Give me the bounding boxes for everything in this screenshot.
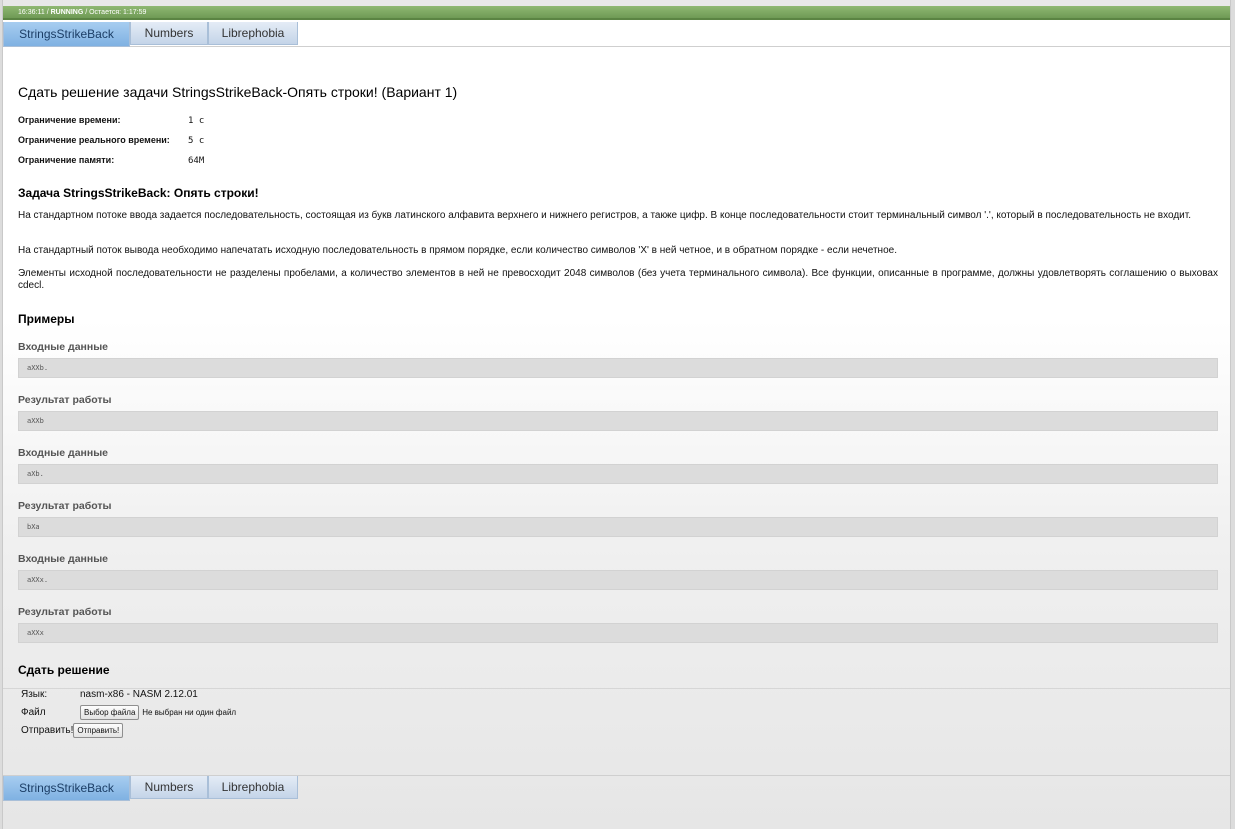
send-row: Отправить! Отправить! (21, 723, 124, 738)
status-state: RUNNING (50, 9, 84, 16)
top-tab-bar: StringsStrikeBack Numbers Librephobia (3, 22, 1230, 47)
file-hint: Не выбран ни один файл (142, 708, 237, 717)
example-label: Входные данные (18, 341, 109, 353)
status-time: 16:36:11 (18, 9, 45, 16)
page-frame: 16:36:11 / RUNNING / Остается: 1:17:59 S… (2, 0, 1231, 829)
task-paragraph: На стандартный поток вывода необходимо н… (18, 245, 897, 256)
task-paragraph: Элементы исходной последовательности не … (18, 268, 1218, 291)
tab-numbers[interactable]: Numbers (130, 776, 208, 799)
example-box: aXXx. (18, 570, 1218, 590)
limit-value: 64M (188, 156, 205, 166)
limit-value: 5 с (188, 136, 205, 146)
example-label: Результат работы (18, 394, 112, 406)
page-title: Сдать решение задачи StringsStrikeBack-О… (18, 84, 458, 100)
language-label: Язык: (21, 689, 48, 700)
submit-title: Сдать решение (18, 663, 110, 677)
example-label: Входные данные (18, 553, 109, 565)
limit-label: Ограничение памяти: (18, 155, 115, 165)
example-box: bXa (18, 517, 1218, 537)
choose-file-button[interactable]: Выбор файла (80, 705, 140, 720)
example-box: aXXx (18, 623, 1218, 643)
limit-label: Ограничение времени: (18, 115, 121, 125)
examples-title: Примеры (18, 312, 75, 326)
status-bar: 16:36:11 / RUNNING / Остается: 1:17:59 (3, 6, 1230, 20)
tab-librephobia[interactable]: Librephobia (208, 22, 298, 45)
send-label: Отправить! (21, 725, 74, 736)
tab-numbers[interactable]: Numbers (130, 22, 208, 45)
example-box: aXb. (18, 464, 1218, 484)
task-paragraph: На стандартном потоке ввода задается пос… (18, 210, 1192, 221)
send-button[interactable]: Отправить! (73, 723, 124, 738)
limit-label: Ограничение реального времени: (18, 135, 170, 145)
language-row: Язык: nasm-x86 - NASM 2.12.01 (21, 689, 198, 700)
tab-librephobia[interactable]: Librephobia (208, 776, 298, 799)
example-box: aXXb (18, 411, 1218, 431)
file-row: Файл Выбор файла Не выбран ни один файл (21, 705, 236, 720)
limit-row-time: Ограничение времени: 1 с (18, 114, 204, 134)
bottom-tab-bar: StringsStrikeBack Numbers Librephobia (3, 775, 1230, 801)
limit-row-memory: Ограничение памяти: 64M (18, 154, 204, 174)
example-label: Результат работы (18, 500, 112, 512)
tab-stringsstrikeback[interactable]: StringsStrikeBack (3, 22, 130, 47)
status-remaining: / Остается: 1:17:59 (85, 9, 147, 16)
language-select[interactable]: nasm-x86 - NASM 2.12.01 (80, 689, 198, 700)
example-label: Результат работы (18, 606, 112, 618)
limits-table: Ограничение времени: 1 с Ограничение реал… (18, 114, 204, 174)
task-title: Задача StringsStrikeBack: Опять строки! (18, 186, 259, 200)
limit-value: 1 с (188, 116, 205, 126)
limit-row-realtime: Ограничение реального времени: 5 с (18, 134, 204, 154)
example-box: aXXb. (18, 358, 1218, 378)
status-separator: / (46, 9, 49, 16)
file-label: Файл (21, 707, 46, 718)
example-label: Входные данные (18, 447, 109, 459)
tab-stringsstrikeback[interactable]: StringsStrikeBack (3, 776, 130, 801)
